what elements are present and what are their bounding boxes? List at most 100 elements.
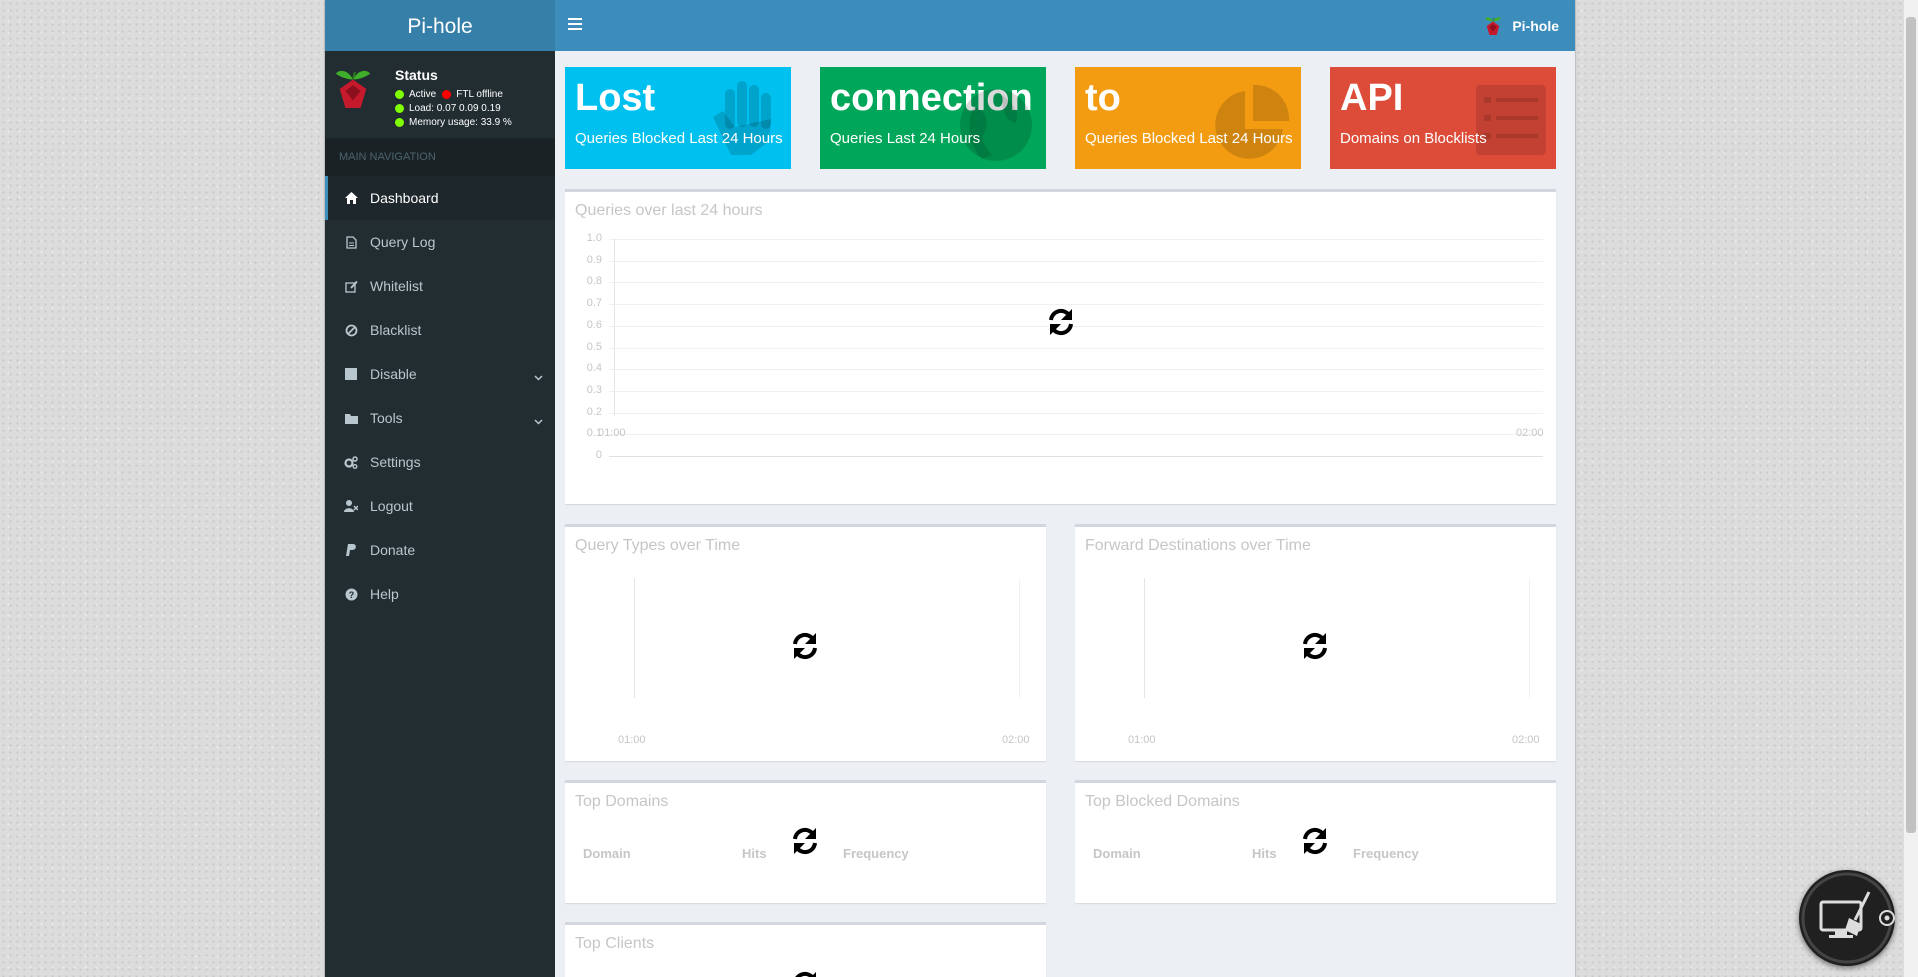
user-menu[interactable]: Pi-hole [1484,13,1559,39]
refresh-icon [789,630,821,662]
forward-destinations-box: Forward Destinations over Time 01:00 02:… [1075,524,1556,761]
sidebar-item-label: Query Log [370,234,436,250]
stat-label: Queries Blocked Last 24 Hours [575,130,783,147]
sidebar-item-donate[interactable]: Donate [325,528,555,572]
y-tick-label: 0.2 [586,405,602,418]
svg-text:?: ? [348,590,354,600]
column-header: Frequency [843,846,909,861]
pihole-logo-icon [1484,15,1502,37]
folder-icon [344,411,358,425]
stat-label: Queries Last 24 Hours [830,130,981,147]
y-axis-line [614,239,615,416]
refresh-icon [1299,630,1331,662]
sidebar-item-label: Blacklist [370,322,422,338]
globe-icon [960,89,1032,161]
status-red-dot-icon [442,90,452,99]
query-types-box: Query Types over Time 01:00 02:00 [565,524,1046,761]
paypal-icon [344,543,358,557]
box-title: Forward Destinations over Time [1085,537,1311,554]
status-active-line: Active FTL offline [395,89,503,100]
stop-icon [344,367,358,381]
queries-over-time-box: Queries over last 24 hours 1.0 0.9 0.8 0.7 0… [565,189,1556,504]
stat-value: to [1085,77,1121,119]
top-navbar: Pi-hole Pi-hole [325,0,1575,51]
grid-line [609,347,1543,349]
chevron-down-icon [534,368,543,384]
column-header: Domain [1093,846,1141,861]
status-title: Status [395,67,438,83]
y-tick-label: 0.9 [586,253,602,266]
gears-icon [344,455,358,469]
file-icon [344,235,358,249]
box-title: Queries over last 24 hours [575,202,763,219]
stat-value: Lost [575,77,656,119]
x-tick-label: 02:00 [1516,427,1544,439]
grid-line [609,434,1543,436]
column-header: Hits [742,846,767,861]
refresh-icon [789,969,821,977]
stat-label: Domains on Blocklists [1340,130,1487,147]
home-icon [344,191,358,205]
y-tick-label: 0.7 [586,297,602,310]
sidebar-toggle-icon[interactable] [568,16,582,30]
box-title: Top Clients [575,935,655,952]
top-domains-box: Top Domains Domain Hits Frequency [565,780,1046,903]
chevron-down-icon [534,412,543,428]
y-tick-label: 1.0 [586,232,602,244]
x-tick-label: 01:00 [598,427,626,439]
status-memory-line: Memory usage: 33.9 % [395,117,512,128]
y-tick-label: 0.8 [586,275,602,288]
pihole-app: Pi-hole Pi-hole Status Active FTL offlin… [325,0,1575,977]
sidebar-item-disable[interactable]: Disable [325,352,555,396]
grid-line [609,412,1543,414]
sidebar-item-label: Dashboard [370,190,439,206]
sidebar-item-whitelist[interactable]: Whitelist [325,264,555,308]
refresh-icon [789,825,821,857]
sidebar-item-tools[interactable]: Tools [325,396,555,440]
brand-logo[interactable]: Pi-hole [325,0,555,51]
y-tick-label: 0.6 [586,318,602,331]
nav-header: MAIN NAVIGATION [325,138,555,176]
sidebar-item-label: Logout [370,498,413,514]
sidebar-item-help[interactable]: ? Help [325,572,555,616]
floating-screen-widget[interactable] [1799,870,1895,966]
sidebar-item-logout[interactable]: Logout [325,484,555,528]
box-title: Top Blocked Domains [1085,793,1240,810]
y-tick-label: 0 [595,449,602,461]
sidebar-item-label: Disable [370,366,417,382]
sidebar-item-dashboard[interactable]: Dashboard [325,176,555,220]
stat-box-queries: connection Queries Last 24 Hours [820,67,1046,169]
column-header: Domain [583,846,631,861]
grid-line [1529,578,1530,698]
dashboard-content: Lost Queries Blocked Last 24 Hours conne… [555,51,1575,977]
sidebar-item-label: Help [370,586,399,602]
sidebar: Status Active FTL offline Load: 0.07 0.0… [325,51,555,977]
grid-line [609,304,1543,306]
scrollbar-thumb[interactable] [1906,17,1916,833]
sidebar-item-blacklist[interactable]: Blacklist [325,308,555,352]
box-title: Query Types over Time [575,537,741,554]
top-blocked-domains-box: Top Blocked Domains Domain Hits Frequenc… [1075,780,1556,903]
refresh-icon [1299,825,1331,857]
monitor-broom-icon [1801,872,1895,964]
y-axis-line [634,578,635,698]
x-tick-label: 02:00 [1512,734,1540,746]
grid-line [609,282,1543,284]
edit-icon [344,279,358,293]
stat-value: API [1340,77,1404,119]
x-tick-label: 02:00 [1002,734,1030,746]
pie-chart-icon [1215,84,1290,159]
stat-box-blocked: Lost Queries Blocked Last 24 Hours [565,67,791,169]
column-header: Frequency [1353,846,1419,861]
sidebar-item-label: Donate [370,542,416,558]
y-tick-label: 0.1 [586,427,602,440]
status-panel: Status Active FTL offline Load: 0.07 0.0… [325,51,555,138]
top-clients-box: Top Clients [565,922,1046,977]
sidebar-item-settings[interactable]: Settings [325,440,555,484]
y-tick-label: 0.3 [586,383,602,396]
status-green-dot-icon [395,90,404,99]
sidebar-item-query-log[interactable]: Query Log [325,220,555,264]
sidebar-item-label: Settings [370,454,421,470]
grid-line [1019,578,1020,698]
column-header: Hits [1252,846,1277,861]
